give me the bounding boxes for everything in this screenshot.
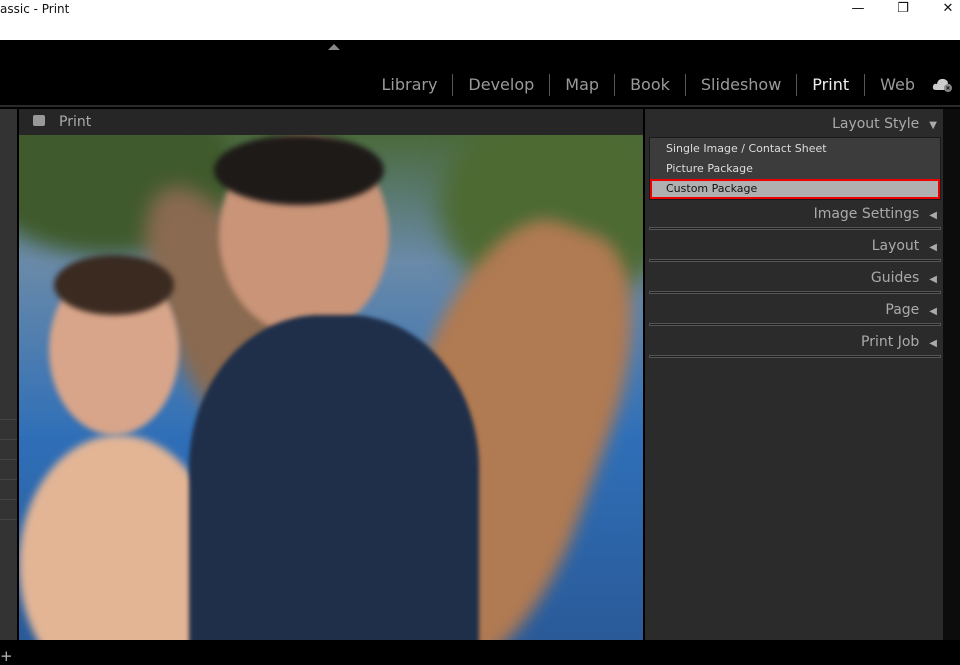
module-picker: Library Develop Map Book Slideshow Print…: [0, 40, 960, 107]
module-develop[interactable]: Develop: [452, 74, 549, 96]
print-workspace: Print: [19, 109, 643, 640]
image-settings-panel-header[interactable]: Image Settings ◀: [814, 206, 937, 222]
layout-style-list: Single Image / Contact Sheet Picture Pac…: [649, 137, 941, 200]
panel-title: Print Job: [861, 334, 920, 350]
collapsed-arrow-icon: ◀: [929, 210, 937, 221]
module-print[interactable]: Print: [796, 74, 864, 96]
layout-style-single-image[interactable]: Single Image / Contact Sheet: [650, 139, 940, 159]
collapse-top-panel-arrow-icon[interactable]: [328, 44, 340, 50]
collapsed-arrow-icon: ◀: [929, 274, 937, 285]
window-title: assic - Print: [0, 2, 70, 16]
module-library[interactable]: Library: [366, 74, 452, 96]
close-button[interactable]: ✕: [928, 0, 960, 20]
layout-panel-header[interactable]: Layout ◀: [872, 238, 937, 254]
collapsed-arrow-icon: ◀: [929, 338, 937, 349]
module-book[interactable]: Book: [614, 74, 685, 96]
title-bar: assic - Print — ❐ ✕: [0, 0, 960, 40]
collapsed-arrow-icon: ◀: [929, 306, 937, 317]
minimize-button[interactable]: —: [838, 0, 878, 20]
layout-style-picture-package[interactable]: Picture Package: [650, 159, 940, 179]
layout-style-custom-package[interactable]: Custom Package: [650, 179, 940, 199]
restore-button[interactable]: ❐: [883, 0, 923, 20]
expanded-arrow-icon: ▼: [929, 120, 937, 131]
panel-title: Guides: [870, 270, 920, 286]
cloud-sync-icon[interactable]: [932, 76, 954, 92]
guides-panel-header[interactable]: Guides ◀: [871, 270, 937, 286]
module-slideshow[interactable]: Slideshow: [684, 74, 796, 96]
workspace-header: Print: [19, 109, 643, 135]
page-panel-header[interactable]: Page ◀: [885, 302, 937, 318]
add-collection-button[interactable]: +: [0, 647, 13, 665]
printer-icon: [33, 115, 45, 126]
panel-title: Layout Style: [832, 116, 920, 132]
right-panel: Layout Style ▼ Single Image / Contact She…: [645, 109, 943, 640]
workspace-title: Print: [59, 114, 92, 130]
print-preview-photo[interactable]: [19, 135, 643, 640]
print-job-panel-header[interactable]: Print Job ◀: [861, 334, 937, 350]
panel-title: Layout: [871, 238, 920, 254]
module-web[interactable]: Web: [864, 74, 930, 96]
right-panel-scrollbar[interactable]: [943, 109, 960, 640]
module-map[interactable]: Map: [549, 74, 614, 96]
collapsed-arrow-icon: ◀: [929, 242, 937, 253]
layout-style-panel-header[interactable]: Layout Style ▼: [832, 116, 937, 132]
panel-title: Page: [885, 302, 920, 318]
panel-title: Image Settings: [813, 206, 920, 222]
left-panel: +: [0, 109, 17, 665]
